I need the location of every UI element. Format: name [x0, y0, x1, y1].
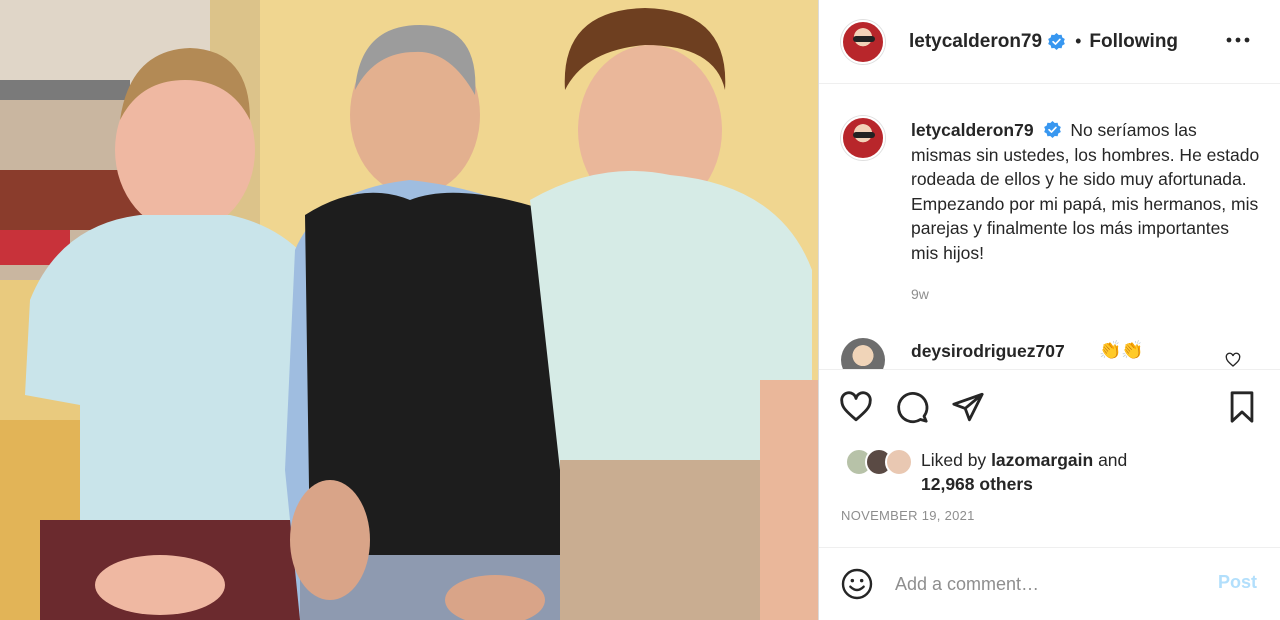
add-comment-bar: Post — [819, 547, 1280, 620]
post-time[interactable]: 9w — [911, 286, 929, 302]
bookmark-icon[interactable] — [1225, 390, 1259, 424]
caption-avatar[interactable] — [841, 116, 885, 160]
comment-icon[interactable] — [895, 390, 929, 424]
likes-text: Liked by lazomargain and 12,968 others — [921, 448, 1127, 496]
emoji-icon[interactable] — [841, 568, 873, 600]
likes-summary[interactable]: Liked by lazomargain and 12,968 others — [841, 444, 1261, 498]
post-header: letycalderon79 • Following — [819, 0, 1280, 84]
comments-area[interactable]: letycalderon79 No seríamos las mismas si… — [819, 84, 1280, 370]
comment-item: deysirodriguez707 👏👏 — [841, 338, 1261, 369]
verified-badge-icon — [1048, 33, 1065, 50]
comment-like-icon[interactable] — [1225, 352, 1241, 368]
send-icon[interactable] — [951, 390, 985, 424]
caption-text: letycalderon79 No seríamos las mismas si… — [911, 118, 1261, 266]
post-details-panel: letycalderon79 • Following letycalderon7… — [818, 0, 1280, 620]
comment-text: 👏👏 — [1099, 340, 1144, 360]
author-username[interactable]: letycalderon79 — [909, 31, 1042, 53]
caption-username[interactable]: letycalderon79 — [911, 120, 1034, 140]
commenter-avatar[interactable] — [841, 338, 885, 369]
likes-others[interactable]: 12,968 others — [921, 474, 1033, 494]
caption-body: No seríamos las mismas sin ustedes, los … — [911, 120, 1260, 263]
following-button[interactable]: Following — [1089, 31, 1178, 53]
action-bar — [819, 370, 1280, 444]
liker-avatars — [845, 448, 921, 476]
likes-prefix: Liked by — [921, 450, 987, 470]
post-photo[interactable] — [0, 0, 818, 620]
heart-icon[interactable] — [839, 390, 873, 424]
post-date[interactable]: NOVEMBER 19, 2021 — [841, 508, 975, 523]
comment-input[interactable] — [895, 568, 1195, 600]
post-button[interactable]: Post — [1218, 572, 1257, 593]
liker-username[interactable]: lazomargain — [991, 450, 1093, 470]
author-avatar[interactable] — [841, 19, 885, 64]
liker-avatar — [885, 448, 913, 476]
likes-conjunction: and — [1098, 450, 1128, 470]
commenter-username[interactable]: deysirodriguez707 — [911, 341, 1065, 362]
verified-badge-icon — [1044, 121, 1062, 138]
more-horizontal-icon[interactable] — [1225, 30, 1251, 50]
separator-dot: • — [1075, 31, 1082, 51]
